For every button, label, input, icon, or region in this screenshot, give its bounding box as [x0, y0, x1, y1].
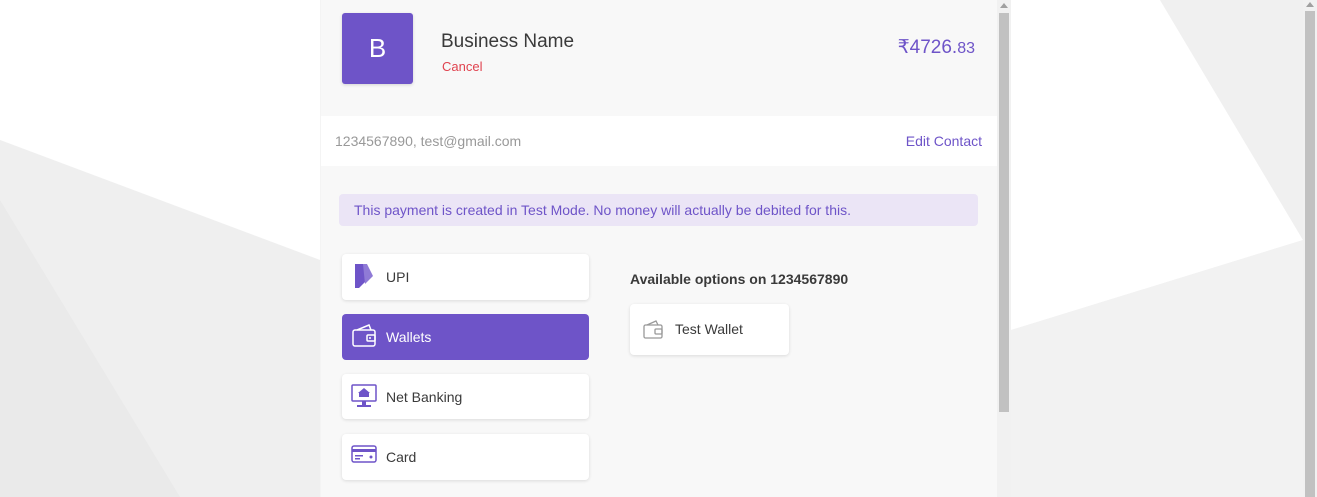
bank-icon — [351, 384, 377, 407]
amount-main: 4726. — [909, 37, 958, 58]
payment-amount: ₹4726.83 — [898, 36, 975, 59]
wallet-option-label: Test Wallet — [675, 321, 743, 337]
business-name: Business Name — [441, 31, 575, 52]
edit-contact-link[interactable]: Edit Contact — [906, 133, 982, 149]
method-label: UPI — [386, 269, 410, 285]
cancel-link[interactable]: Cancel — [442, 59, 482, 74]
currency-symbol: ₹ — [897, 37, 910, 58]
scroll-up-arrow-icon[interactable] — [1000, 3, 1008, 8]
page-scrollbar[interactable] — [1303, 0, 1317, 497]
checkout-header: B Business Name Cancel ₹4726.83 — [321, 0, 997, 116]
upi-icon — [355, 264, 373, 288]
method-upi[interactable]: UPI — [342, 254, 589, 300]
contact-bar: 1234567890, test@gmail.com Edit Contact — [321, 116, 997, 166]
checkout-modal: B Business Name Cancel ₹4726.83 12345678… — [321, 0, 997, 497]
contact-details: 1234567890, test@gmail.com — [335, 133, 522, 149]
scroll-up-arrow-icon[interactable] — [1306, 2, 1314, 7]
wallet-option-test-wallet[interactable]: Test Wallet — [630, 304, 789, 355]
modal-scrollbar[interactable] — [997, 0, 1011, 497]
method-netbanking[interactable]: Net Banking — [342, 374, 589, 419]
test-mode-notice: This payment is created in Test Mode. No… — [339, 194, 978, 226]
method-label: Wallets — [386, 329, 432, 345]
method-label: Card — [386, 449, 417, 465]
card-icon — [351, 445, 377, 463]
business-logo: B — [342, 13, 413, 84]
wallet-icon — [352, 324, 376, 347]
available-options-title: Available options on 1234567890 — [630, 271, 849, 287]
scrollbar-thumb[interactable] — [999, 13, 1009, 412]
wallet-icon — [643, 320, 663, 339]
method-wallets[interactable]: Wallets — [342, 314, 589, 360]
scrollbar-thumb[interactable] — [1305, 11, 1315, 497]
method-label: Net Banking — [386, 388, 463, 405]
method-card[interactable]: Card — [342, 434, 589, 480]
amount-paise: 83 — [957, 40, 975, 57]
